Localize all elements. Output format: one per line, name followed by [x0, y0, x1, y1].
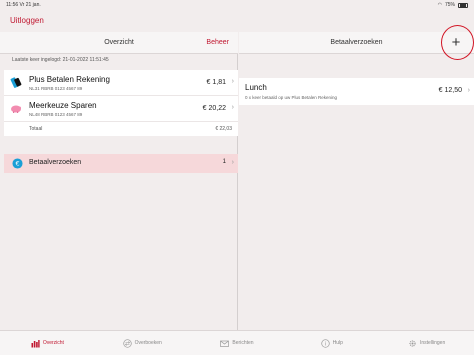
tab-berichten[interactable]: Berichten	[190, 331, 285, 355]
last-login-text: Laatste keer ingelogd: 21-01-2022 11:51:…	[12, 57, 109, 63]
tab-bar: Overzicht Overboeken Berichten i Hulp In…	[0, 330, 474, 355]
battery-icon	[458, 2, 468, 8]
account-row-meerkeuze-sparen[interactable]: Meerkeuze Sparen NL48 RBRB 0123 4567 89 …	[4, 96, 238, 122]
payment-requests-label: Betaalverzoeken	[29, 159, 82, 166]
top-bar: Uitloggen	[0, 10, 474, 32]
tab-overzicht[interactable]: Overzicht	[0, 331, 95, 355]
svg-text:i: i	[324, 341, 326, 347]
payment-requests-title: Betaalverzoeken	[330, 39, 383, 46]
overview-panel: Overzicht Beheer Laatste keer ingelogd: …	[0, 32, 238, 330]
payment-requests-panel: Betaalverzoeken + Lunch 0 x keer betaald…	[239, 32, 474, 330]
account-balance: € 20,22	[202, 105, 226, 112]
total-label: Totaal	[29, 126, 43, 132]
status-bar: 11:56 Vr 21 jan. ◠ 75%	[0, 0, 474, 10]
chart-icon	[31, 339, 40, 347]
battery-percent: 75%	[444, 2, 455, 8]
overview-title: Overzicht	[104, 39, 134, 46]
account-row-plus-betalen[interactable]: Plus Betalen Rekening NL31 RBRB 0123 456…	[4, 70, 238, 96]
piggy-bank-icon	[11, 105, 21, 113]
status-right: ◠ 75%	[438, 2, 468, 8]
plus-icon: +	[451, 34, 461, 51]
chevron-right-icon: ›	[231, 159, 234, 166]
account-list: Plus Betalen Rekening NL31 RBRB 0123 456…	[4, 70, 238, 136]
mail-icon	[220, 340, 230, 347]
total-row: Totaal € 22,03	[4, 122, 238, 136]
wifi-icon: ◠	[437, 2, 442, 8]
account-balance: € 1,81	[206, 79, 226, 86]
request-amount: € 12,50	[438, 87, 462, 94]
manage-button[interactable]: Beheer	[206, 39, 229, 46]
payment-request-row[interactable]: Lunch 0 x keer betaald op uw Plus Betale…	[239, 78, 474, 105]
payment-requests-row[interactable]: € Betaalverzoeken 1 ›	[4, 154, 238, 173]
tab-label: Overzicht	[42, 340, 64, 346]
card-icon	[10, 77, 22, 88]
account-iban: NL48 RBRB 0123 4567 89	[29, 112, 83, 117]
payment-requests-header: Betaalverzoeken +	[239, 32, 474, 54]
chevron-right-icon: ›	[467, 87, 470, 94]
add-request-button[interactable]: +	[444, 32, 468, 54]
chevron-right-icon: ›	[231, 104, 234, 111]
payment-requests-count: 1	[222, 159, 226, 165]
overview-header: Overzicht Beheer	[0, 32, 238, 54]
tab-label: Berichten	[232, 340, 254, 346]
tab-hulp[interactable]: i Hulp	[284, 331, 379, 355]
status-time-date: 11:56 Vr 21 jan.	[6, 2, 41, 8]
transfer-icon	[122, 338, 132, 348]
tab-instellingen[interactable]: Instellingen	[379, 331, 474, 355]
tab-label: Overboeken	[134, 340, 162, 346]
tab-label: Hulp	[332, 340, 343, 346]
euro-request-icon: €	[12, 158, 23, 169]
help-icon: i	[320, 338, 330, 348]
account-iban: NL31 RBRB 0123 4567 89	[29, 86, 83, 91]
tab-label: Instellingen	[419, 340, 446, 346]
chevron-right-icon: ›	[231, 78, 234, 85]
request-subtitle: 0 x keer betaald op uw Plus Betalen Reke…	[245, 95, 338, 100]
gear-icon	[409, 339, 416, 347]
svg-text:€: €	[15, 160, 19, 168]
request-title: Lunch	[245, 83, 267, 92]
total-amount: € 22,03	[215, 126, 232, 132]
account-name: Plus Betalen Rekening	[29, 75, 110, 84]
logout-button[interactable]: Uitloggen	[10, 16, 44, 25]
tab-overboeken[interactable]: Overboeken	[95, 331, 190, 355]
account-name: Meerkeuze Sparen	[29, 101, 97, 110]
